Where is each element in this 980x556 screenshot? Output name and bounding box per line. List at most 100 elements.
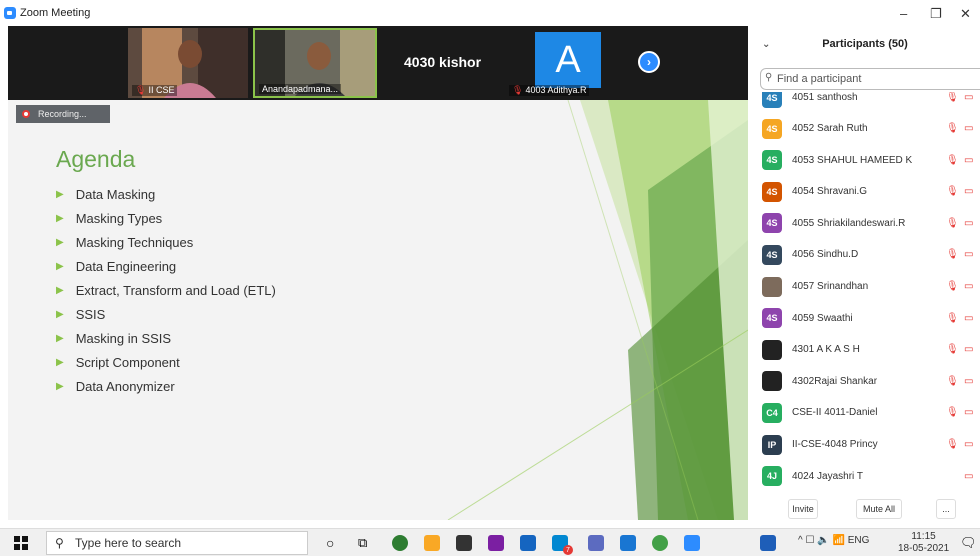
mail-icon[interactable] [520,535,536,551]
muted-mic-icon: 🎙 [946,407,959,419]
participant-avatar: 4J [762,466,782,487]
participant-row[interactable]: 4301 A K A S H 🎙 ▭ [750,334,980,365]
participant-avatar: 4S [762,308,782,329]
meeting-area: 🎙II CSE Anandapadmana... 🎙 4030 kishor A… [8,26,748,520]
video-off-icon: ▭ [964,186,974,198]
zoom-taskbar-icon[interactable] [684,535,700,551]
store-icon[interactable] [456,535,472,551]
participant-row[interactable]: 4S 4051 santhosh 🎙 ▭ [750,92,980,113]
chevron-down-icon[interactable]: ⌄ [762,39,770,50]
participant-avatar: A [535,32,601,88]
participant-row[interactable]: 4S 4052 Sarah Ruth 🎙 ▭ [750,113,980,144]
bullet-icon: ▶ [56,188,64,200]
muted-mic-icon: 🎙 [946,249,959,261]
video-tile-name: 4003 Adithya.R [525,85,587,95]
muted-mic-icon: 🎙 [946,186,959,198]
agenda-item: ▶ Data Masking [56,182,276,206]
more-options-button[interactable]: ... [936,499,956,519]
participant-name: 4055 Shriakilandeswari.R [792,217,906,229]
participant-row[interactable]: C4 CSE-II 4011-Daniel 🎙 ▭ [750,397,980,428]
task-view-icon[interactable]: ⧉ [358,535,367,551]
teams-icon[interactable] [588,535,604,551]
next-page-button[interactable]: › [638,51,660,73]
search-icon: ⚲ [55,536,64,550]
search-icon: ⚲ [765,72,773,83]
participant-name: II-CSE-4048 Princy [792,439,878,450]
recording-indicator[interactable]: Recording... [16,105,110,123]
mute-all-button[interactable]: Mute All [856,499,902,519]
participant-row[interactable]: 4057 Srinandhan 🎙 ▭ [750,271,980,302]
windows-taskbar: ⚲ Type here to search ○ ⧉ 7 ^ ☐ 🔈 📶 ENG … [0,528,980,556]
muted-mic-icon: 🎙 [946,375,959,387]
participant-avatar [762,339,782,360]
notification-badge: 7 [563,545,573,555]
agenda-item-text: Data Engineering [75,258,177,274]
video-tile-name: Anandapadmana... [262,84,339,94]
video-off-icon: ▭ [964,312,974,324]
participant-name: 4051 santhosh [792,92,858,103]
zoom-logo-icon [4,7,16,19]
calendar-icon[interactable] [620,535,636,551]
video-off-icon: ▭ [964,470,974,482]
bullet-icon: ▶ [56,260,64,272]
agenda-item-text: Data Anonymizer [75,378,175,394]
participant-avatar: 4S [762,92,782,108]
clock[interactable]: 11:15 18-05-2021 [898,531,949,555]
edge-icon[interactable] [392,535,408,551]
video-tile-label: Anandapadmana... [259,84,342,94]
participant-list: 4S 4051 santhosh 🎙 ▭ 4S 4052 Sarah Ruth 🎙 ▭… [750,92,980,490]
notifications-icon[interactable]: 🗨 [960,535,977,551]
agenda-item: ▶ Data Anonymizer [56,374,276,398]
video-tile-name: 4030 kishor [404,54,482,70]
participant-avatar [762,371,782,392]
participant-name: 4056 Sindhu.D [792,249,859,261]
participant-row[interactable]: 4S 4059 Swaathi 🎙 ▭ [750,303,980,334]
minimize-button[interactable]: – [900,6,907,21]
bullet-icon: ▶ [56,332,64,344]
cortana-icon[interactable]: ○ [326,535,334,551]
participant-row[interactable]: 4S 4053 SHAHUL HAMEED K 🎙 ▭ [750,145,980,176]
agenda-item: ▶ Masking Types [56,206,276,230]
video-off-icon: ▭ [964,344,974,356]
taskbar-search-input[interactable]: ⚲ Type here to search [46,531,308,555]
clock-date: 18-05-2021 [898,543,950,554]
agenda-item-text: Script Component [75,354,180,370]
participant-avatar: 4S [762,181,782,202]
word-icon[interactable] [760,535,776,551]
participant-row[interactable]: IP II-CSE-4048 Princy 🎙 ▭ [750,429,980,460]
agenda-item: ▶ SSIS [56,302,276,326]
windows-start-icon[interactable] [14,536,28,550]
participant-search-input[interactable]: ⚲ Find a participant [760,68,980,90]
bullet-icon: ▶ [56,236,64,248]
participant-row[interactable]: 4302Rajai Shankar 🎙 ▭ [750,366,980,397]
muted-mic-icon: 🎙 [946,217,959,229]
video-tile-kishor[interactable]: 4030 kishor [380,28,504,98]
agenda-item-text: Masking Types [75,210,163,226]
participant-avatar: 4S [762,244,782,265]
muted-mic-icon: 🎙 [512,85,524,95]
slide-title: Agenda [56,146,136,172]
bullet-icon: ▶ [56,308,64,320]
video-tile-adithya[interactable]: A 🎙 4003 Adithya.R [505,28,630,98]
close-button[interactable]: ✕ [960,6,971,22]
chrome-icon[interactable] [652,535,668,551]
participant-row[interactable]: 4J 4024 Jayashri T ▭ [750,461,980,490]
invite-button[interactable]: Invite [788,499,818,519]
participant-name: 4024 Jayashri T [792,470,863,482]
agenda-item: ▶ Script Component [56,350,276,374]
muted-mic-icon: 🎙 [946,439,959,450]
participant-row[interactable]: 4S 4056 Sindhu.D 🎙 ▭ [750,239,980,270]
video-off-icon: ▭ [964,249,974,261]
video-tile-ii-cse[interactable]: 🎙 II CSE [128,28,248,98]
agenda-item-text: Masking Techniques [75,234,194,250]
video-tile-label: 🎙 4003 Adithya.R [509,85,590,96]
video-tile-anandapadmana[interactable]: Anandapadmana... 🎙 [253,28,377,98]
participant-row[interactable]: 4S 4054 Shravani.G 🎙 ▭ [750,176,980,207]
participant-row[interactable]: 4S 4055 Shriakilandeswari.R 🎙 ▭ [750,208,980,239]
file-explorer-icon[interactable] [424,535,440,551]
participant-avatar [762,276,782,297]
maximize-button[interactable]: ❐ [930,6,942,22]
onenote-icon[interactable] [488,535,504,551]
system-tray[interactable]: ^ ☐ 🔈 📶 ENG [798,535,869,546]
muted-mic-icon: 🎙 [946,344,959,356]
